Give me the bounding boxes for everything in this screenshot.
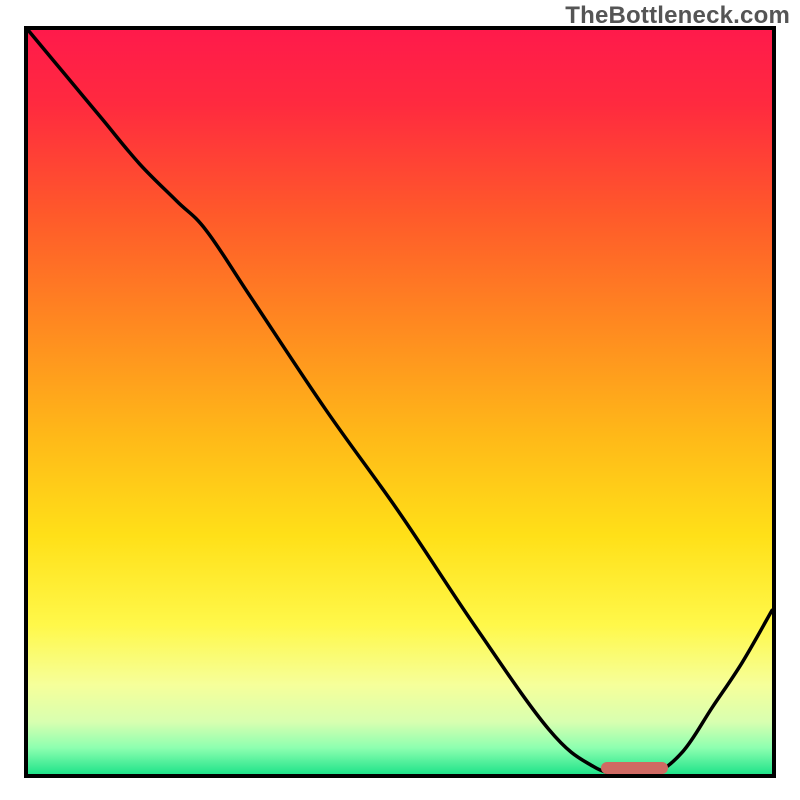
- plot-area: [28, 30, 772, 774]
- bottleneck-curve: [28, 30, 772, 774]
- chart-container: TheBottleneck.com: [0, 0, 800, 800]
- plot-frame: [24, 26, 776, 778]
- optimal-range-marker: [601, 762, 668, 774]
